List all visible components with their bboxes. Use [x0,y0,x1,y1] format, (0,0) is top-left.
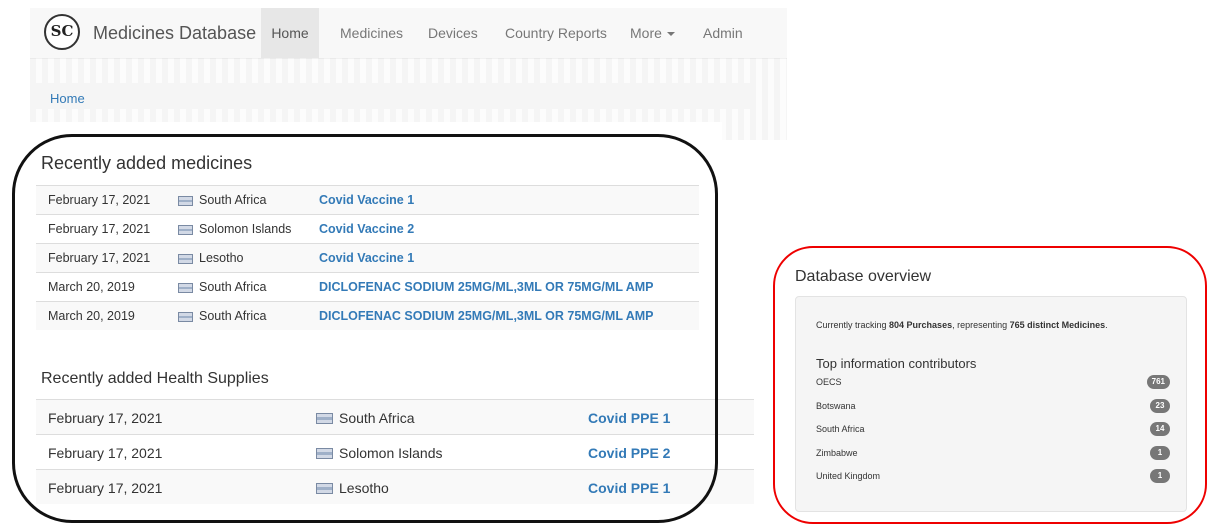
row-country: Lesotho [199,251,244,265]
recent-medicines-table: February 17, 2021 South Africa Covid Vacci… [36,185,699,330]
contributor-name: OECS [816,377,842,387]
medicine-link[interactable]: Covid Vaccine 2 [319,222,414,236]
nav-more-label: More [630,25,662,41]
flag-icon [178,196,193,206]
contributor-count-badge: 761 [1146,375,1170,389]
flag-icon [178,225,193,235]
nav-country-reports[interactable]: Country Reports [505,8,607,58]
row-date: February 17, 2021 [48,193,151,207]
contributor-row: Zimbabwe 1 [816,445,1170,462]
row-date: March 20, 2019 [48,309,135,323]
row-country: South Africa [199,193,267,207]
contributor-name: United Kingdom [816,471,881,481]
contributor-name: Botswana [816,400,856,411]
tracking-summary: Currently tracking 804 Purchases, repres… [816,319,1166,331]
contributor-count-badge: 1 [1150,469,1170,483]
caret-down-icon [666,32,675,37]
contributor-count-badge: 14 [1150,422,1170,436]
supply-link[interactable]: Covid PPE 2 [588,445,670,461]
tracking-prefix: Currently tracking [816,320,890,330]
medicine-link[interactable]: Covid Vaccine 1 [319,193,414,207]
row-date: February 17, 2021 [48,445,163,461]
nav-medicines[interactable]: Medicines [340,8,403,58]
flag-icon [178,254,193,264]
recent-supplies-table: February 17, 2021 South Africa Covid PPE 1… [36,399,754,504]
medicine-link[interactable]: DICLOFENAC SODIUM 25MG/ML,3ML OR 75MG/ML… [319,280,654,294]
contributor-count-badge: 1 [1150,445,1170,460]
recent-medicines-title: Recently added medicines [41,153,253,173]
breadcrumb-home-link[interactable]: Home [50,91,85,106]
flag-icon [178,312,193,322]
navbar: SC Medicines Database Home Medicines Dev… [30,8,787,59]
contributor-name: South Africa [816,424,865,434]
overview-panel: Currently tracking 804 Purchases, repres… [795,296,1187,512]
table-row: February 17, 2021 Lesotho Covid PPE 1 [36,469,754,504]
tracking-middle: , representing [952,320,1010,330]
flag-icon [178,283,193,293]
row-country: Lesotho [339,480,389,496]
nav-admin[interactable]: Admin [703,8,743,58]
contributors-title: Top information contributors [816,356,977,371]
nav-home[interactable]: Home [261,8,319,58]
brand-link[interactable]: Medicines Database [93,23,256,44]
row-date: February 17, 2021 [48,480,163,496]
flag-icon [316,413,333,424]
row-date: March 20, 2019 [48,280,135,294]
purchases-count: 804 Purchases [889,320,953,330]
contributor-name: Zimbabwe [816,447,858,458]
table-row: February 17, 2021 Solomon Islands Covid Va… [36,214,699,243]
medicines-count: 765 distinct Medicines [1009,320,1106,330]
row-country: Solomon Islands [339,445,443,461]
table-row: February 17, 2021 Solomon Islands Covid PP… [36,434,754,469]
row-country: South Africa [199,309,267,323]
table-row: February 17, 2021 South Africa Covid PPE 1 [36,399,754,434]
medicine-link[interactable]: Covid Vaccine 1 [319,251,414,265]
table-row: March 20, 2019 South Africa DICLOFENAC SOD… [36,272,699,301]
sadc-logo[interactable]: SC [44,14,80,50]
contributor-count-badge: 23 [1150,398,1170,413]
contributor-row: South Africa 14 [816,422,1170,438]
nav-more-dropdown[interactable]: More [630,8,675,58]
supply-link[interactable]: Covid PPE 1 [588,410,670,426]
breadcrumb [36,83,754,109]
table-row: March 20, 2019 South Africa DICLOFENAC SOD… [36,301,699,330]
row-country: South Africa [199,280,267,294]
flag-icon [316,483,333,494]
contributor-row: OECS 761 [816,375,1170,391]
row-country: South Africa [339,410,415,426]
row-date: February 17, 2021 [48,222,151,236]
nav-devices[interactable]: Devices [428,8,478,58]
medicine-link[interactable]: DICLOFENAC SODIUM 25MG/ML,3ML OR 75MG/ML… [319,309,654,323]
row-country: Solomon Islands [199,222,292,236]
supply-link[interactable]: Covid PPE 1 [588,480,670,496]
recent-supplies-title: Recently added Health Supplies [41,370,269,387]
row-date: February 17, 2021 [48,410,163,426]
contributor-row: United Kingdom 1 [816,469,1170,485]
flag-icon [316,448,333,459]
overview-title: Database overview [795,268,932,285]
row-date: February 17, 2021 [48,251,151,265]
table-row: February 17, 2021 Lesotho Covid Vaccine 1 [36,243,699,272]
tracking-suffix: . [1105,320,1108,330]
table-row: February 17, 2021 South Africa Covid Vacci… [36,185,699,214]
contributor-row: Botswana 23 [816,398,1170,415]
